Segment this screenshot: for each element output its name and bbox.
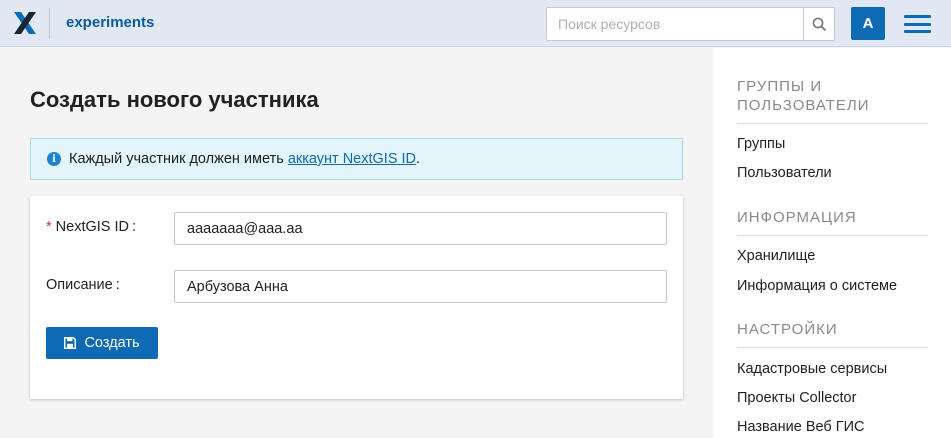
sidebar-item-webgis-name[interactable]: Название Веб ГИС [737,419,864,435]
description-label-text: Описание [46,277,113,293]
search-input[interactable] [546,7,804,41]
sidebar-heading-info: ИНФОРМАЦИЯ [737,208,928,236]
info-alert: i Каждый участник должен иметь аккаунт N… [30,138,683,180]
sidebar-item-cadastral[interactable]: Кадастровые сервисы [737,361,887,377]
info-suffix: . [416,151,421,167]
info-icon: i [47,152,61,166]
sidebar-item-users[interactable]: Пользователи [737,165,832,181]
nextgis-id-label: * NextGIS ID: [46,219,136,235]
create-button-label: Создать [84,335,140,351]
page-title: Создать нового участника [30,87,319,112]
sidebar: ГРУППЫ И ПОЛЬЗОВАТЕЛИ Группы Пользовател… [713,48,951,438]
description-label: Описание: [46,277,120,293]
required-mark: * [46,219,52,235]
label-colon: : [131,219,137,235]
form-card: *NextGIS ID: Описание: Создать [30,196,683,399]
info-text: Каждый участник должен иметь [69,151,288,167]
sidebar-item-collector[interactable]: Проекты Collector [737,390,856,406]
app-name[interactable]: experiments [66,14,154,31]
sidebar-item-groups[interactable]: Группы [737,136,785,152]
save-icon [64,337,77,349]
sidebar-item-system-info[interactable]: Информация о системе [737,278,897,294]
nextgis-id-label-text: NextGIS ID [55,219,129,235]
label-colon: : [115,277,120,293]
avatar[interactable]: A [851,7,885,40]
logo-divider [49,8,50,39]
search-icon [812,17,826,31]
nextgis-id-link[interactable]: аккаунт NextGIS ID [288,151,416,167]
sidebar-heading-settings: НАСТРОЙКИ [737,320,928,348]
header: experiments A [0,0,951,47]
nextgis-id-field[interactable] [174,212,667,245]
menu-icon[interactable] [904,13,931,35]
description-field[interactable] [174,270,667,303]
logo-icon[interactable] [12,10,38,36]
create-button[interactable]: Создать [46,327,158,359]
search-button[interactable] [803,7,835,41]
sidebar-heading-groups: ГРУППЫ И ПОЛЬЗОВАТЕЛИ [737,77,928,124]
sidebar-item-storage[interactable]: Хранилище [737,248,815,264]
